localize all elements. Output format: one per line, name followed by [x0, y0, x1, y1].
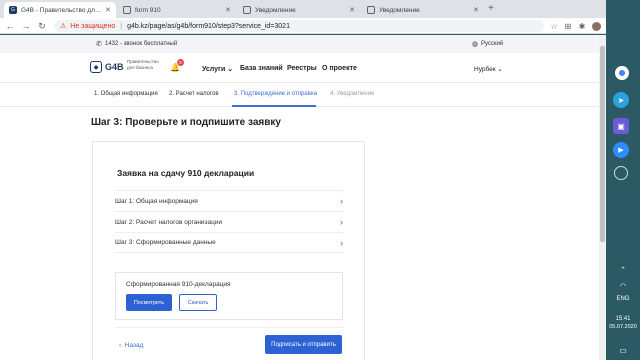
site-header: ◆ G4B Правительство для бизнеса 🔔 0 Услу…: [0, 53, 599, 83]
step-general-info[interactable]: 1. Общая информация: [94, 91, 158, 97]
browser-toolbar: ← → ↻ ⚠ Не защищено | g4b.kz/page/as/g4b…: [0, 18, 606, 34]
chevron-down-icon: ⌄: [497, 66, 503, 73]
divider: [115, 327, 343, 328]
top-info-strip: ✆ 1432 - звонок бесплатный ◍ Русский: [0, 35, 599, 53]
accordion-step-2[interactable]: Шаг 2: Расчет налогов организации ›: [115, 211, 343, 232]
download-button[interactable]: Скачать: [179, 294, 217, 311]
browser-tab-notification-2[interactable]: Уведомление ✕: [362, 2, 484, 18]
user-menu[interactable]: Нурбек ⌄: [474, 65, 503, 73]
extension-icon[interactable]: ⊞: [562, 20, 574, 32]
chevron-right-icon: ›: [340, 217, 343, 227]
chevron-left-icon: ‹: [119, 342, 122, 349]
scrollbar-thumb[interactable]: [600, 46, 605, 242]
windows-taskbar: [606, 0, 640, 360]
warning-icon: ⚠: [60, 23, 67, 30]
declaration-label: Сформированная 910-декларация: [126, 281, 231, 288]
reload-icon[interactable]: ↻: [36, 20, 48, 32]
app-icon[interactable]: ▣: [613, 118, 629, 134]
browser-tab-g4b[interactable]: G G4B - Правительство для бизнеса ✕: [4, 2, 116, 18]
menu-about[interactable]: О проекте: [322, 65, 357, 72]
clock-date[interactable]: 05.07.2020: [606, 324, 640, 330]
phone-icon: ✆: [96, 41, 102, 48]
puzzle-icon[interactable]: ✱: [576, 20, 588, 32]
star-icon[interactable]: ☆: [548, 20, 560, 32]
security-warning-text: Не защищено: [70, 22, 116, 30]
wifi-icon[interactable]: ◠: [606, 282, 640, 290]
back-link[interactable]: ‹ Назад: [119, 342, 143, 349]
step-notification: 4. Уведомление: [330, 91, 375, 97]
tray-chevron-icon[interactable]: ⌃: [606, 266, 640, 274]
chevron-down-icon: ⌄: [227, 66, 234, 73]
globe-icon: [367, 6, 375, 14]
globe-icon: [243, 6, 251, 14]
browser-tab-bar: G G4B - Правительство для бизнеса ✕ form…: [0, 0, 606, 18]
chevron-right-icon: ›: [340, 196, 343, 206]
back-arrow-icon[interactable]: ←: [4, 20, 16, 32]
application-card: Заявка на сдачу 910 декларации Шаг 1: Об…: [92, 141, 365, 360]
zoom-icon[interactable]: ▶: [613, 142, 629, 158]
phone-text: 1432 - звонок бесплатный: [105, 41, 178, 47]
site-logo[interactable]: ◆ G4B: [90, 61, 124, 73]
forward-arrow-icon[interactable]: →: [20, 20, 32, 32]
profile-avatar-icon[interactable]: [590, 20, 602, 32]
notification-center-icon[interactable]: ▭: [606, 346, 640, 355]
close-tab-icon[interactable]: ✕: [225, 6, 231, 14]
sign-and-send-button[interactable]: Подписать и отправить: [265, 335, 342, 354]
web-page: ✆ 1432 - звонок бесплатный ◍ Русский ◆ G…: [0, 35, 599, 360]
view-button[interactable]: Посмотреть: [126, 294, 172, 311]
globe-icon: ◍: [472, 41, 479, 48]
close-tab-icon[interactable]: ✕: [473, 6, 479, 14]
step-confirmation[interactable]: 3. Подтверждение и отправка: [234, 91, 317, 97]
logo-mark-icon: ◆: [90, 61, 102, 73]
close-tab-icon[interactable]: ✕: [349, 6, 355, 14]
clock-time[interactable]: 15:41: [606, 316, 640, 322]
browser-tab-form910[interactable]: form 910 ✕: [118, 2, 236, 18]
notification-badge: 0: [177, 59, 184, 66]
close-tab-icon[interactable]: ✕: [105, 6, 111, 14]
globe-icon: [123, 6, 131, 14]
browser-tab-notification-1[interactable]: Уведомление ✕: [238, 2, 360, 18]
progress-steps: 1. Общая информация 2. Расчет налогов 3.…: [0, 85, 599, 107]
menu-knowledge-base[interactable]: База знаний: [240, 65, 283, 72]
card-title: Заявка на сдачу 910 декларации: [117, 168, 255, 178]
input-language[interactable]: ENG: [606, 296, 640, 302]
accordion-step-1[interactable]: Шаг 1: Общая информация ›: [115, 190, 343, 211]
separator: |: [120, 22, 123, 30]
g4b-favicon-icon: G: [9, 6, 17, 14]
menu-registries[interactable]: Реестры: [287, 65, 317, 72]
menu-services[interactable]: Услуги ⌄: [202, 65, 233, 73]
chrome-icon[interactable]: [615, 66, 629, 80]
chevron-right-icon: ›: [340, 237, 343, 248]
telegram-icon[interactable]: ➤: [613, 92, 629, 108]
step-tax-calculation[interactable]: 2. Расчет налогов: [169, 91, 219, 97]
accordion-step-3[interactable]: Шаг 3: Сформированные данные ›: [115, 232, 343, 253]
app-circle-icon[interactable]: [614, 166, 628, 180]
address-bar[interactable]: ⚠ Не защищено | g4b.kz/page/as/g4b/form9…: [54, 20, 544, 32]
page-title: Шаг 3: Проверьте и подпишите заявку: [91, 117, 281, 128]
language-selector[interactable]: Русский: [481, 41, 503, 47]
new-tab-button[interactable]: +: [488, 3, 494, 14]
active-step-underline: [232, 105, 316, 107]
url-text: g4b.kz/page/as/g4b/form910/step3?service…: [127, 22, 290, 30]
logo-subtitle: Правительство для бизнеса: [127, 59, 159, 70]
declaration-box: Сформированная 910-декларация Посмотреть…: [115, 272, 343, 320]
